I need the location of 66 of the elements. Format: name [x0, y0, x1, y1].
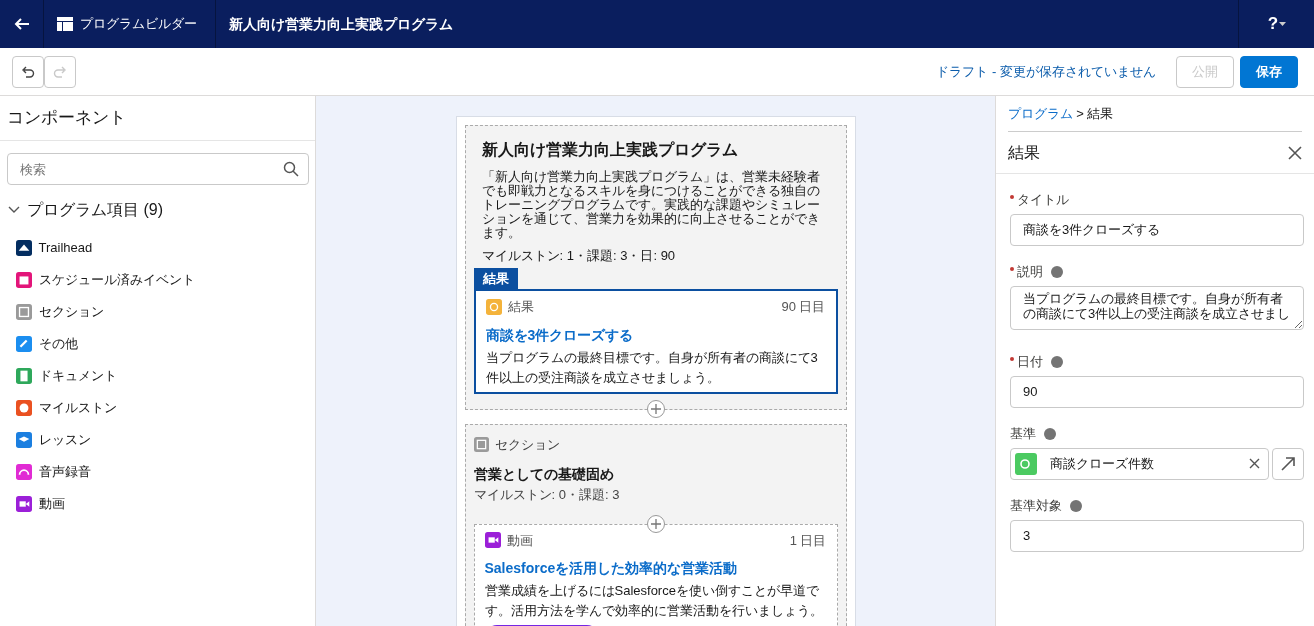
- program-title: 新人向け営業力向上実践プログラム: [229, 14, 453, 34]
- save-status: ドラフト - 変更が保存されていません: [936, 62, 1156, 81]
- field-label: 基準: [1010, 424, 1036, 443]
- panel-heading: 結果: [1008, 142, 1041, 163]
- plus-icon[interactable]: [650, 403, 661, 414]
- clear-icon[interactable]: [1248, 458, 1260, 469]
- item-card[interactable]: 結果 90 日目 商談を3件クローズする 当プログラムの最終目標です。自身が所有者の商談にて3件以上の受注商談を成立させましょう。: [473, 289, 838, 394]
- program-description: 「新人向け営業力向上実践プログラム」は、営業未経験者でも即戦力となるスキルを身につけることができる独自のトレーニングプログラムです。実践的な課題やシミュレーションを通じて、営業力を効果的に向上させることができます。: [480, 170, 821, 240]
- component-item[interactable]: ドキュメント: [38, 365, 117, 386]
- undo-icon[interactable]: [21, 64, 35, 79]
- description-field[interactable]: 当プログラムの最終目標です。自身が所有者の商談にて3件以上の受注商談を成立させまし: [1010, 286, 1304, 330]
- undo-button[interactable]: [12, 55, 44, 88]
- component-item[interactable]: 動画: [38, 493, 65, 514]
- layout-icon: [57, 17, 73, 31]
- help-button[interactable]: ?: [1266, 10, 1280, 38]
- component-item[interactable]: スケジュール済みイベント: [38, 269, 195, 290]
- info-icon[interactable]: [1044, 427, 1056, 440]
- arrow-icon[interactable]: [1280, 455, 1296, 472]
- search-icon[interactable]: [282, 161, 299, 177]
- component-item[interactable]: その他: [38, 333, 78, 354]
- info-icon[interactable]: [1051, 266, 1063, 278]
- item-title[interactable]: Salesforceを活用した効率的な営業活動: [484, 558, 827, 579]
- lookup-value: 商談クローズ件数: [1050, 454, 1155, 473]
- section-type: セクション: [495, 435, 560, 454]
- program-stats: マイルストン: 1・課題: 3・日: 90: [480, 247, 677, 265]
- section-title: 営業としての基礎固め: [473, 465, 615, 484]
- open-button[interactable]: [1272, 447, 1304, 480]
- plus-icon[interactable]: [650, 518, 661, 529]
- grid-icon: [473, 436, 489, 452]
- item-description: 営業成績を上げるにはSalesforceを使い倒すことが早道です。活用方法を学んで効率的に営業活動を行いましょう。: [484, 582, 824, 620]
- caret-icon[interactable]: [1279, 22, 1287, 26]
- section-stats: マイルストン: 0・課題: 3: [473, 486, 621, 504]
- group-header[interactable]: プログラム項目 (9): [27, 198, 163, 222]
- item-day: 90 日目: [781, 297, 826, 317]
- field-label: 基準対象: [1010, 496, 1062, 515]
- text-field[interactable]: 3: [1010, 519, 1304, 552]
- search-field[interactable]: 検索: [6, 153, 309, 185]
- text-field[interactable]: 商談を3件クローズする: [1010, 214, 1304, 246]
- field-label: タイトル: [1017, 191, 1069, 210]
- component-item[interactable]: レッスン: [38, 429, 91, 450]
- field-label: 説明: [1017, 263, 1043, 282]
- item-card[interactable]: 動画 1 日目 Salesforceを活用した効率的な営業活動 営業成績を上げるにはSalesforceを使い倒すことが早道です。活用方法を学んで効率的に営業活動を行いましょう。: [473, 523, 838, 626]
- program-heading: 新人向け営業力向上実践プログラム: [480, 140, 739, 160]
- app-name: プログラムビルダー: [79, 15, 197, 34]
- breadcrumb-link[interactable]: プログラム: [1008, 103, 1073, 124]
- item-day: 1 日目: [789, 530, 827, 550]
- panel-title: コンポーネント: [6, 107, 126, 130]
- field-label: 日付: [1017, 352, 1043, 371]
- component-item[interactable]: Trailhead: [38, 237, 93, 258]
- info-icon[interactable]: [1070, 499, 1082, 512]
- text-field[interactable]: 90: [1010, 375, 1304, 408]
- item-description: 当プログラムの最終目標です。自身が所有者の商談にて3件以上の受注商談を成立させましょう。: [485, 348, 819, 387]
- save-button[interactable]: 保存: [1240, 55, 1298, 88]
- breadcrumb-current: > 結果: [1076, 104, 1114, 123]
- add-button[interactable]: [646, 399, 665, 418]
- component-item[interactable]: 音声録音: [38, 461, 91, 482]
- component-item[interactable]: マイルストン: [38, 397, 117, 418]
- item-type: 動画: [507, 531, 533, 550]
- item-title[interactable]: 商談を3件クローズする: [485, 324, 826, 346]
- lookup-field[interactable]: 商談クローズ件数: [1010, 447, 1269, 480]
- component-item[interactable]: セクション: [38, 301, 104, 322]
- close-icon[interactable]: [1288, 145, 1302, 160]
- info-icon[interactable]: [1051, 355, 1063, 368]
- gauge-icon: [1015, 452, 1037, 475]
- item-type: 結果: [508, 298, 534, 316]
- add-button[interactable]: [646, 514, 665, 533]
